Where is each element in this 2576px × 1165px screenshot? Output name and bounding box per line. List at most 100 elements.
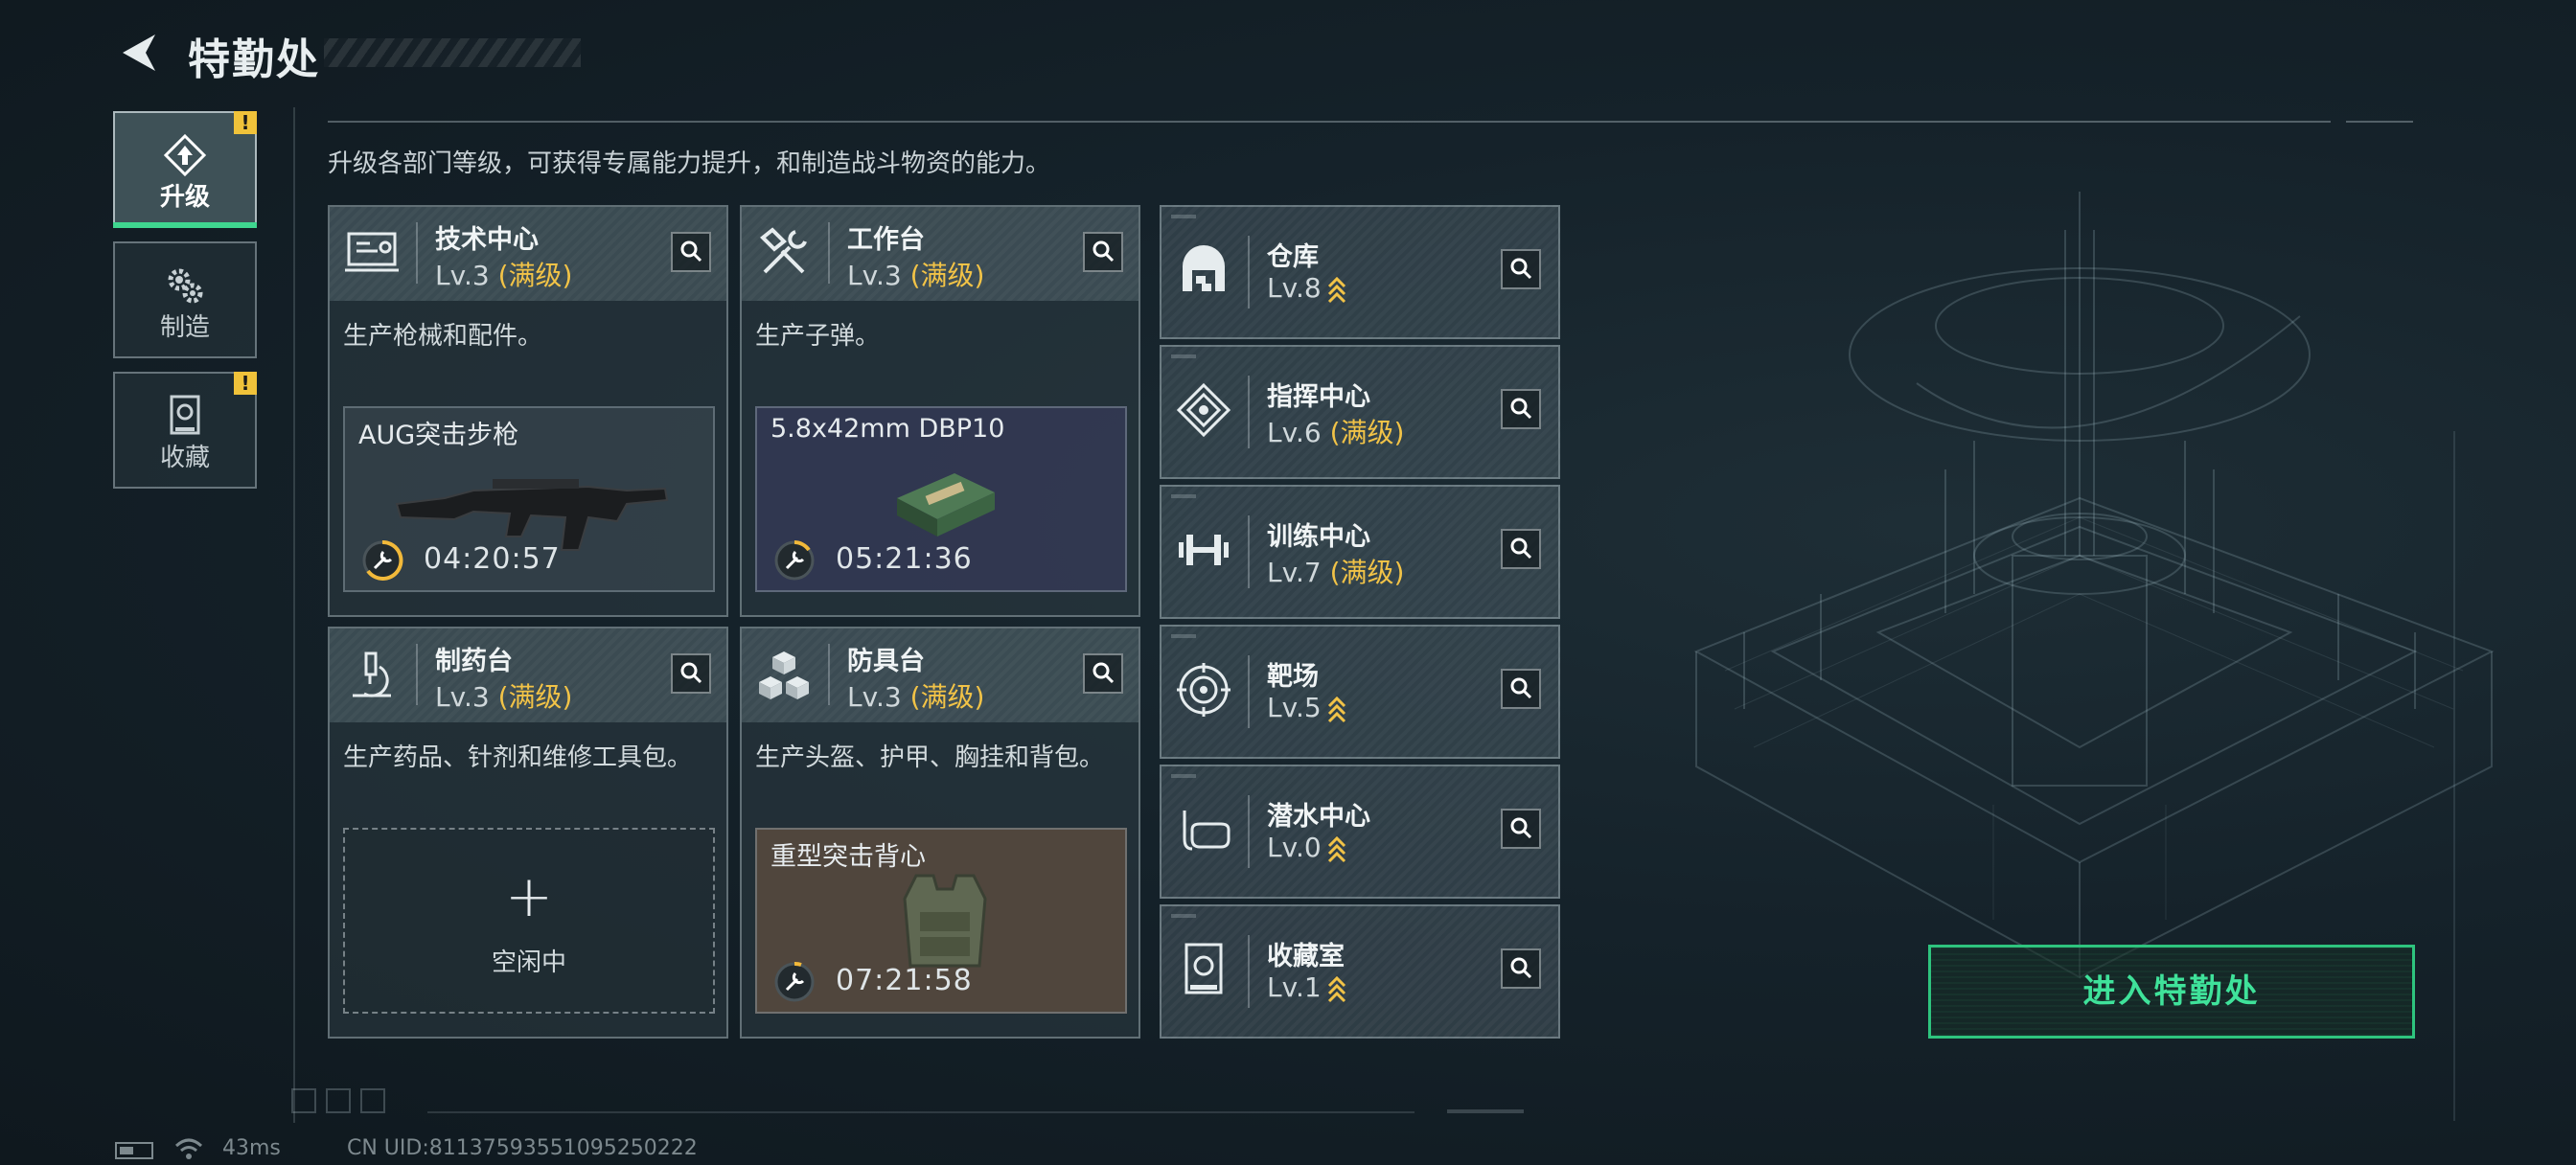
search-button[interactable] <box>1501 529 1541 569</box>
card-separator <box>1248 655 1250 728</box>
facility-card-command-center[interactable]: 指挥中心 Lv.6 (满级) <box>1160 345 1560 479</box>
magnifier-icon <box>680 240 702 263</box>
production-slot[interactable]: 5.8x42mm DBP10 05:21:36 <box>755 406 1127 592</box>
facility-name: 仓库 <box>1267 242 1319 272</box>
page-subtitle: 升级各部门等级，可获得专属能力提升，和制造战斗物资的能力。 <box>328 149 1051 178</box>
facility-level: Lv.5 <box>1267 692 1346 723</box>
facility-card-workbench[interactable]: 工作台 Lv.3 (满级) 生产子弹。 5.8x42mm DBP10 05:21… <box>740 205 1140 617</box>
search-button[interactable] <box>1501 809 1541 849</box>
magnifier-icon <box>1510 677 1532 699</box>
maxed-tag: (满级) <box>497 260 573 291</box>
timer-wrench-icon <box>362 539 403 581</box>
facility-card-pharmacy[interactable]: 制药台 Lv.3 (满级) 生产药品、针剂和维修工具包。 + 空闲中 <box>328 627 728 1039</box>
dumbbell-icon <box>1179 535 1229 565</box>
product-name: 5.8x42mm DBP10 <box>770 414 1005 444</box>
card-corner-mark <box>1171 914 1196 918</box>
card-separator <box>828 222 830 284</box>
enter-special-ops-button[interactable]: 进入特勤处 <box>1928 945 2415 1039</box>
title-decoration <box>324 38 581 67</box>
magnifier-icon <box>1510 817 1532 839</box>
level-value: Lv.0 <box>1267 832 1322 863</box>
facility-name: 工作台 <box>847 225 925 255</box>
wifi-icon <box>174 1138 203 1159</box>
search-button[interactable] <box>1501 669 1541 709</box>
facility-name: 技术中心 <box>435 225 539 255</box>
card-separator <box>1248 376 1250 448</box>
level-value: Lv.8 <box>1267 272 1322 304</box>
level-value: Lv.3 <box>847 260 902 291</box>
facility-description: 生产药品、针剂和维修工具包。 <box>343 743 693 772</box>
search-button[interactable] <box>671 653 711 694</box>
magnifier-icon <box>680 662 702 684</box>
facility-card-collection-room[interactable]: 收藏室 Lv.1 <box>1160 904 1560 1039</box>
user-uid: CN UID:81137593551095250222 <box>347 1136 698 1160</box>
facility-name: 训练中心 <box>1267 522 1370 552</box>
base-wireframe-illustration <box>1693 192 2495 979</box>
search-button[interactable] <box>671 232 711 272</box>
card-separator <box>1248 935 1250 1008</box>
bottom-divider-accent <box>1447 1109 1524 1113</box>
search-button[interactable] <box>1083 653 1123 694</box>
facility-card-armor-bench[interactable]: 防具台 Lv.3 (满级) 生产头盔、护甲、胸挂和背包。 重型突击背心 07:2… <box>740 627 1140 1039</box>
maxed-tag: (满级) <box>497 681 573 713</box>
facility-description: 生产子弹。 <box>755 322 881 351</box>
level-value: Lv.5 <box>1267 692 1322 723</box>
production-timer: 07:21:58 <box>836 964 973 997</box>
armor-vest-image <box>903 874 987 968</box>
facility-card-shooting-range[interactable]: 靶场 Lv.5 <box>1160 625 1560 759</box>
facility-level: Lv.1 <box>1267 971 1346 1003</box>
nav-craft-label: 制造 <box>159 313 210 342</box>
decor-square <box>291 1088 316 1113</box>
maxed-tag: (满级) <box>1329 417 1405 448</box>
active-indicator <box>113 222 257 228</box>
ammo-box-image <box>897 473 995 537</box>
nav-upgrade[interactable]: 升级 ! <box>113 111 257 228</box>
battery-icon <box>115 1142 153 1159</box>
bottom-divider <box>427 1111 1414 1113</box>
maxed-tag: (满级) <box>909 681 985 713</box>
production-slot[interactable]: 重型突击背心 07:21:58 <box>755 828 1127 1014</box>
magnifier-icon <box>1092 662 1115 684</box>
facility-description: 生产枪械和配件。 <box>343 322 543 351</box>
level-value: Lv.3 <box>435 681 490 713</box>
bottom-decoration <box>291 1088 395 1117</box>
decor-square <box>360 1088 385 1113</box>
nav-collection[interactable]: 收藏 ! <box>113 372 257 489</box>
diving-mask-icon <box>1183 811 1230 851</box>
top-divider-right <box>2346 121 2413 123</box>
empty-production-slot[interactable]: + 空闲中 <box>343 828 715 1014</box>
collection-icon <box>170 395 200 435</box>
magnifier-icon <box>1510 957 1532 979</box>
search-button[interactable] <box>1083 232 1123 272</box>
facility-card-warehouse[interactable]: 仓库 Lv.8 <box>1160 205 1560 339</box>
tools-icon <box>760 227 807 274</box>
search-button[interactable] <box>1501 389 1541 429</box>
card-separator <box>416 222 418 284</box>
facility-card-training-center[interactable]: 训练中心 Lv.7 (满级) <box>1160 485 1560 619</box>
facility-name: 潜水中心 <box>1267 802 1370 832</box>
timer-wrench-icon <box>774 540 815 581</box>
facility-level: Lv.6 (满级) <box>1267 412 1404 450</box>
facility-card-tech-center[interactable]: 技术中心 Lv.3 (满级) 生产枪械和配件。 AUG突击步枪 04:20:57 <box>328 205 728 617</box>
idle-label: 空闲中 <box>491 948 566 977</box>
level-value: Lv.6 <box>1267 417 1322 448</box>
gears-icon <box>168 268 203 304</box>
left-divider <box>293 107 295 1123</box>
facility-card-diving-center[interactable]: 潜水中心 Lv.0 <box>1160 765 1560 899</box>
microscope-icon <box>353 651 391 697</box>
magnifier-icon <box>1510 537 1532 560</box>
command-icon <box>1176 382 1231 438</box>
magnifier-icon <box>1510 258 1532 280</box>
level-value: Lv.1 <box>1267 971 1322 1003</box>
facility-level: Lv.7 (满级) <box>1267 552 1404 590</box>
card-separator <box>1248 515 1250 588</box>
nav-craft[interactable]: 制造 <box>113 241 257 358</box>
facility-level: Lv.3 (满级) <box>847 255 984 293</box>
search-button[interactable] <box>1501 948 1541 989</box>
back-arrow-icon[interactable] <box>113 27 165 79</box>
alert-badge: ! <box>234 372 257 395</box>
rifle-image <box>395 479 669 551</box>
production-slot[interactable]: AUG突击步枪 04:20:57 <box>343 406 715 592</box>
search-button[interactable] <box>1501 249 1541 289</box>
card-corner-mark <box>1171 634 1196 638</box>
